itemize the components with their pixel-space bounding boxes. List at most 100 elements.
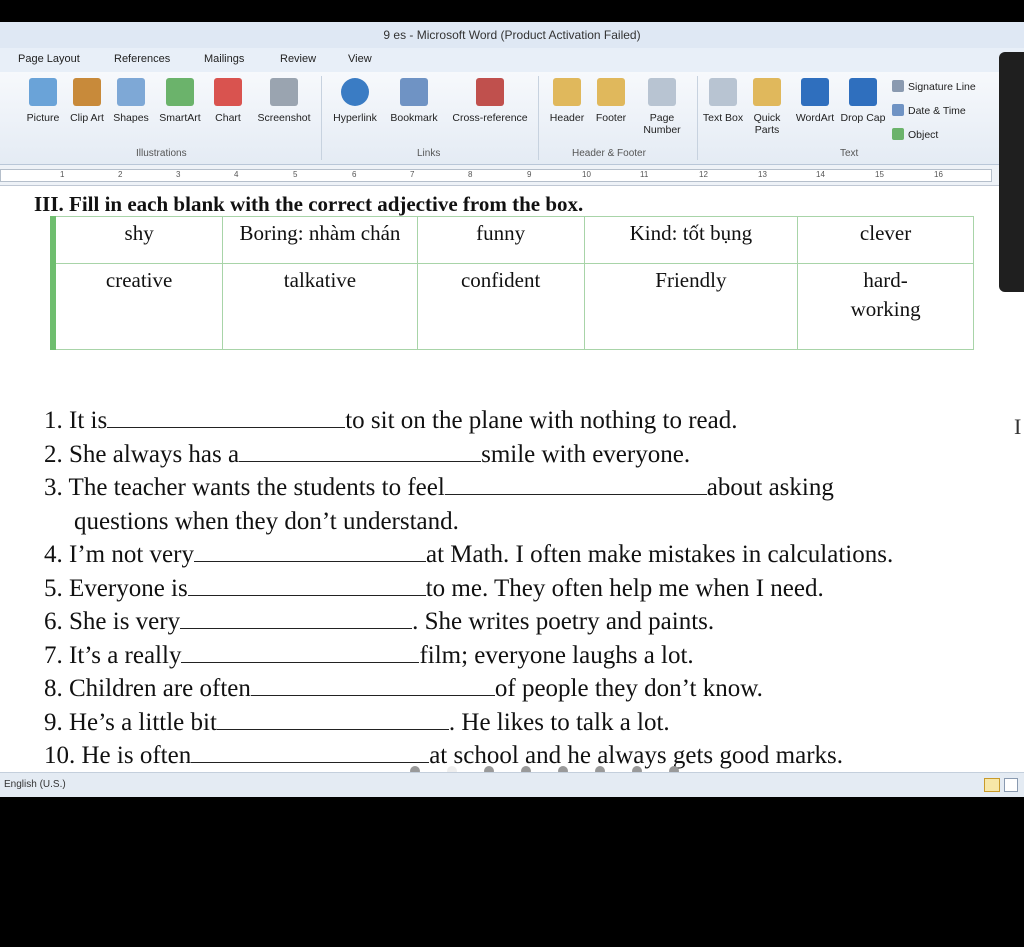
horizontal-ruler[interactable]: 1 2 3 4 5 6 7 8 9 10 11 12 13 14 15 16 xyxy=(0,165,1024,186)
date-time-button[interactable]: Date & Time xyxy=(892,104,966,117)
exercise-text: 1. It is xyxy=(44,407,108,434)
ruler-number: 3 xyxy=(176,170,181,179)
answer-blank[interactable] xyxy=(444,472,707,495)
hyperlink-icon xyxy=(341,78,369,106)
header-icon xyxy=(553,78,581,106)
exercise-text: to sit on the plane with nothing to read… xyxy=(345,407,738,434)
table-cell: clever xyxy=(797,216,974,264)
ruler-number: 2 xyxy=(118,170,123,179)
tab-references[interactable]: References xyxy=(114,53,170,65)
screenshot-icon xyxy=(270,78,298,106)
exercise-text: 6. She is very xyxy=(44,608,181,635)
exercise-item: 10. He is often at school and he always g… xyxy=(44,739,1019,773)
exercise-text: 9. He’s a little bit xyxy=(44,708,217,736)
ruler-number: 14 xyxy=(816,170,825,179)
clip-art-icon xyxy=(73,78,101,106)
table-row: creative talkative confident Friendly ha… xyxy=(52,262,974,351)
exercise-list: 1. It is to sit on the plane with nothing… xyxy=(44,404,1019,773)
quick-parts-button[interactable]: Quick Parts xyxy=(740,78,794,136)
shapes-button[interactable]: Shapes xyxy=(104,78,158,124)
tab-review[interactable]: Review xyxy=(280,53,316,65)
exercise-item: 5. Everyone is to me. They often help me … xyxy=(44,572,1019,606)
exercise-text: . She writes poetry and paints. xyxy=(412,608,715,635)
page-number-button[interactable]: Page Number xyxy=(632,78,692,136)
exercise-text: smile with everyone. xyxy=(481,440,691,468)
document-page[interactable]: III. Fill in each blank with the correct… xyxy=(0,186,1024,776)
ruler-number: 13 xyxy=(758,170,767,179)
hyperlink-button[interactable]: Hyperlink xyxy=(326,78,384,124)
title-bar: 9 es - Microsoft Word (Product Activatio… xyxy=(0,22,1024,48)
shapes-icon xyxy=(117,78,145,106)
wordart-icon xyxy=(801,78,829,106)
table-cell: hard-working xyxy=(797,262,974,351)
table-cell: Friendly xyxy=(583,262,799,351)
exercise-item: 7. It’s a really film; everyone laughs a … xyxy=(44,639,1019,673)
word-window: 9 es - Microsoft Word (Product Activatio… xyxy=(0,22,1024,797)
bookmark-button[interactable]: Bookmark xyxy=(385,78,443,124)
exercise-text: 7. It’s a really xyxy=(44,641,182,669)
exercise-item: 9. He’s a little bit . He likes to talk a… xyxy=(44,706,1019,740)
table-cell: shy xyxy=(52,216,224,264)
cross-reference-button[interactable]: Cross-reference xyxy=(446,78,534,124)
group-header-footer: Header & Footer xyxy=(572,148,646,159)
table-cell: talkative xyxy=(222,262,418,351)
language-status[interactable]: English (U.S.) xyxy=(4,779,66,790)
ruler-number: 1 xyxy=(60,170,65,179)
answer-blank[interactable] xyxy=(239,439,482,462)
exercise-item: 4. I’m not very at Math. I often make mis… xyxy=(44,538,1019,572)
exercise-text: 2. She always has a xyxy=(44,440,240,468)
exercise-text: of people they don’t know. xyxy=(494,675,763,702)
exercise-item: 1. It is to sit on the plane with nothing… xyxy=(44,404,1019,438)
ruler-number: 10 xyxy=(582,170,591,179)
ruler-number: 12 xyxy=(699,170,708,179)
object-button[interactable]: Object xyxy=(892,128,938,141)
wordart-button[interactable]: WordArt xyxy=(788,78,842,124)
exercise-item: 3. The teacher wants the students to fee… xyxy=(44,471,1019,505)
answer-blank[interactable] xyxy=(107,405,346,428)
tab-view[interactable]: View xyxy=(348,53,372,65)
chart-button[interactable]: Chart xyxy=(201,78,255,124)
tab-mailings[interactable]: Mailings xyxy=(204,53,244,65)
exercise-text: about asking xyxy=(706,474,834,501)
answer-blank[interactable] xyxy=(180,606,413,629)
exercise-text: film; everyone laughs a lot. xyxy=(419,641,694,669)
table-cell: funny xyxy=(416,216,585,264)
ruler-number: 16 xyxy=(934,170,943,179)
exercise-item: 6. She is very . She writes poetry and pa… xyxy=(44,605,1019,639)
group-text: Text xyxy=(840,148,859,159)
page-number-icon xyxy=(648,78,676,106)
answer-blank[interactable] xyxy=(250,673,495,696)
answer-blank[interactable] xyxy=(193,539,426,562)
print-layout-icon[interactable] xyxy=(984,778,1000,792)
bookmark-icon xyxy=(400,78,428,106)
answer-blank[interactable] xyxy=(191,740,430,763)
exercise-item: 2. She always has a smile with everyone. xyxy=(44,438,1019,472)
table-cell: Kind: tốt bụng xyxy=(583,216,799,264)
full-screen-reading-icon[interactable] xyxy=(1004,778,1018,792)
signature-line-button[interactable]: Signature Line xyxy=(892,80,976,93)
exercise-text: to me. They often help me when I need. xyxy=(425,574,824,602)
group-links: Links xyxy=(417,148,441,159)
footer-button[interactable]: Footer xyxy=(584,78,638,124)
answer-blank[interactable] xyxy=(216,707,449,730)
word-box-table: shy Boring: nhàm chán funny Kind: tốt bụ… xyxy=(50,216,974,351)
answer-blank[interactable] xyxy=(187,573,426,596)
ruler-number: 9 xyxy=(527,170,532,179)
ribbon-tabs: Page Layout References Mailings Review V… xyxy=(0,48,1024,72)
ruler-number: 15 xyxy=(875,170,884,179)
smartart-button[interactable]: SmartArt xyxy=(153,78,207,124)
ruler-number: 8 xyxy=(468,170,473,179)
object-icon xyxy=(892,128,904,140)
drop-cap-button[interactable]: Drop Cap xyxy=(836,78,890,124)
exercise-text: 4. I’m not very xyxy=(44,541,194,568)
group-separator xyxy=(538,76,539,160)
ruler-number: 5 xyxy=(293,170,298,179)
exercise-text: 3. The teacher wants the students to fee… xyxy=(44,474,445,501)
ruler-number: 4 xyxy=(234,170,239,179)
side-panel-handle[interactable] xyxy=(999,52,1024,292)
drop-cap-icon xyxy=(849,78,877,106)
screenshot-button[interactable]: Screenshot xyxy=(251,78,317,124)
answer-blank[interactable] xyxy=(181,640,420,663)
tab-page-layout[interactable]: Page Layout xyxy=(18,53,80,65)
exercise-text: 5. Everyone is xyxy=(44,574,188,602)
